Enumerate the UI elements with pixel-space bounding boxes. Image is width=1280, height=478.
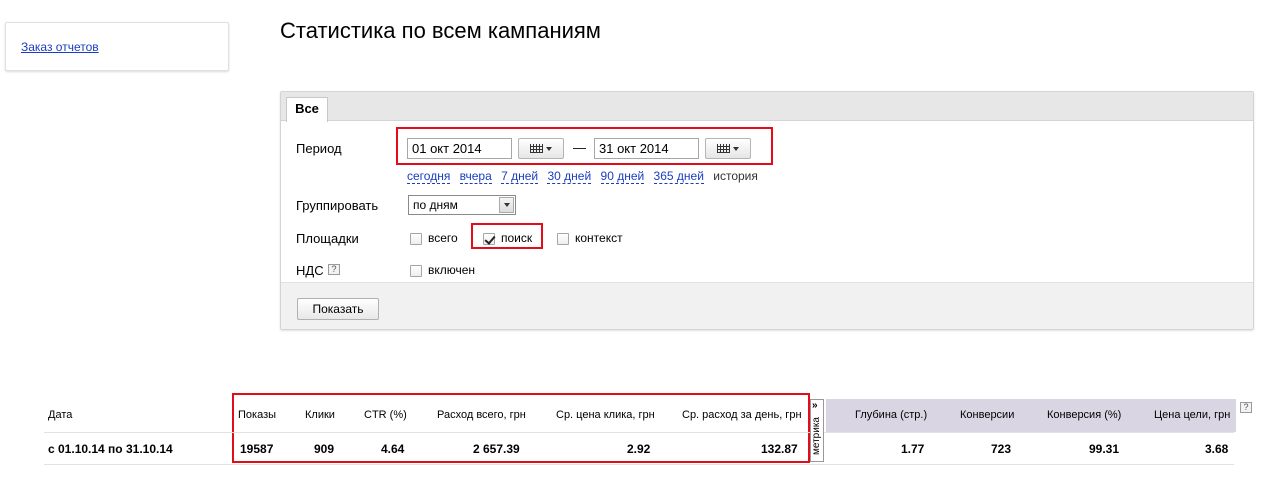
col-header-conversions[interactable]: Конверсии	[960, 409, 1014, 421]
tab-all[interactable]: Все	[286, 97, 328, 122]
col-header-avg-cpc[interactable]: Ср. цена клика, грн	[556, 409, 655, 421]
period-link-7-days[interactable]: 7 дней	[501, 169, 539, 184]
help-icon[interactable]: ?	[328, 264, 340, 275]
platform-all-label: всего	[428, 231, 458, 245]
col-header-depth[interactable]: Глубина (стр.)	[855, 409, 927, 421]
help-icon[interactable]: ?	[1240, 402, 1252, 413]
col-header-conversion-rate[interactable]: Конверсия (%)	[1047, 409, 1121, 421]
period-link-today[interactable]: сегодня	[407, 169, 451, 184]
row-clicks: 909	[314, 442, 335, 456]
table-bottom-divider	[44, 464, 1234, 465]
period-link-yesterday[interactable]: вчера	[459, 169, 492, 184]
platform-context-label: контекст	[575, 231, 623, 245]
row-depth: 1.77	[901, 442, 925, 456]
period-highlight-box	[396, 127, 773, 165]
period-link-90-days[interactable]: 90 дней	[600, 169, 645, 184]
page-title: Статистика по всем кампаниям	[280, 18, 601, 43]
platform-context-checkbox[interactable]	[557, 233, 569, 245]
row-conversions: 723	[991, 442, 1012, 456]
period-label: Период	[296, 141, 342, 156]
table-header-divider	[44, 432, 1234, 433]
group-select-value: по дням	[413, 198, 458, 212]
vat-label: НДС	[296, 263, 324, 278]
platform-all-checkbox[interactable]	[410, 233, 422, 245]
row-conversion-rate: 99.31	[1089, 442, 1120, 456]
col-header-total-spend[interactable]: Расход всего, грн	[437, 409, 526, 421]
row-impressions: 19587	[240, 442, 274, 456]
row-total-spend: 2 657.39	[473, 442, 520, 456]
period-link-365-days[interactable]: 365 дней	[653, 169, 704, 184]
col-header-ctr[interactable]: CTR (%)	[364, 409, 407, 421]
col-header-clicks[interactable]: Клики	[305, 409, 335, 421]
panel-tab-bar: Все	[281, 92, 1253, 122]
col-header-impressions[interactable]: Показы	[238, 409, 276, 421]
row-avg-cpc: 2.92	[627, 442, 651, 456]
period-history[interactable]: история	[713, 169, 758, 183]
quick-period-links: сегодня вчера 7 дней 30 дней 90 дней 365…	[407, 169, 758, 184]
platforms-label: Площадки	[296, 231, 359, 246]
metrika-toggle[interactable]: » метрика	[810, 399, 824, 462]
group-select[interactable]: по дням	[408, 195, 516, 215]
sidebar: Заказ отчетов	[5, 22, 229, 71]
metrika-label: метрика	[811, 417, 822, 455]
col-header-goal-cost[interactable]: Цена цели, грн	[1154, 409, 1230, 421]
vat-included-checkbox[interactable]	[410, 265, 422, 277]
col-header-date: Дата	[48, 409, 73, 421]
search-highlight-box	[471, 223, 543, 249]
panel-footer	[281, 282, 1253, 329]
show-button[interactable]: Показать	[297, 298, 379, 320]
row-ctr: 4.64	[381, 442, 405, 456]
row-goal-cost: 3.68	[1205, 442, 1229, 456]
row-date: с 01.10.14 по 31.10.14	[48, 442, 173, 456]
double-chevron-icon: »	[812, 400, 818, 411]
report-order-link[interactable]: Заказ отчетов	[21, 40, 99, 54]
dropdown-arrow-icon	[499, 197, 514, 213]
col-header-avg-daily-spend[interactable]: Ср. расход за день, грн	[682, 409, 802, 421]
row-avg-daily-spend: 132.87	[761, 442, 798, 456]
group-label: Группировать	[296, 198, 379, 213]
period-link-30-days[interactable]: 30 дней	[547, 169, 592, 184]
vat-included-label: включен	[428, 263, 476, 277]
